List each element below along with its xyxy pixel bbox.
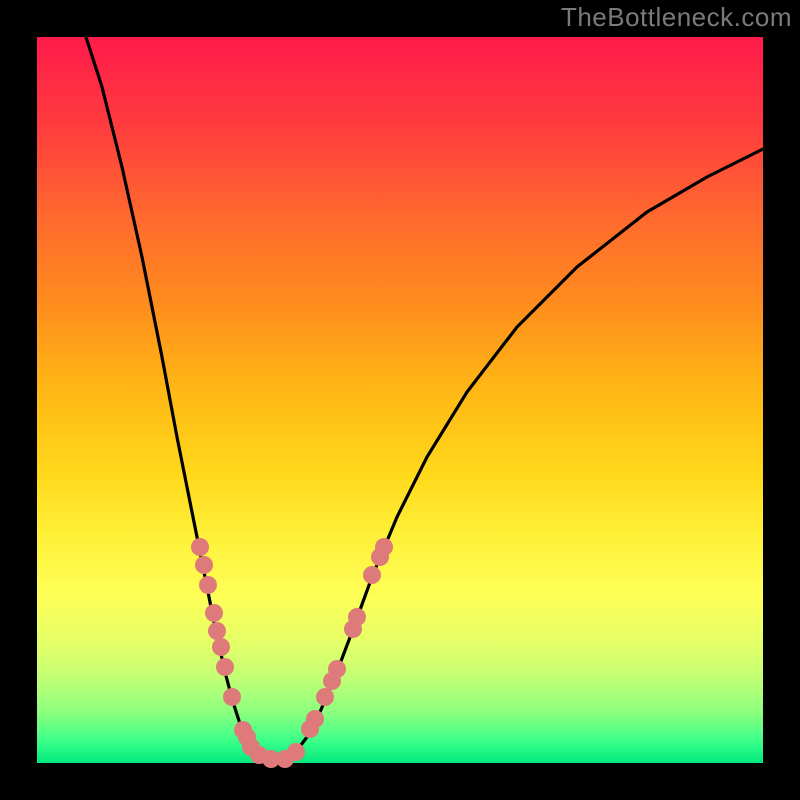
plot-area (37, 37, 763, 763)
data-dot (208, 622, 226, 640)
data-dot (348, 608, 366, 626)
watermark-text: TheBottleneck.com (561, 2, 792, 33)
data-dot (205, 604, 223, 622)
chart-frame: TheBottleneck.com (0, 0, 800, 800)
data-dot (375, 538, 393, 556)
data-dot (306, 710, 324, 728)
data-dot (363, 566, 381, 584)
data-dot (191, 538, 209, 556)
data-dot (195, 556, 213, 574)
data-dot (223, 688, 241, 706)
data-dot (199, 576, 217, 594)
data-dot (212, 638, 230, 656)
data-dot (216, 658, 234, 676)
data-dot (328, 660, 346, 678)
bottleneck-curve (86, 37, 763, 759)
data-dot (287, 743, 305, 761)
data-dots-group (191, 538, 393, 768)
data-dot (316, 688, 334, 706)
bottleneck-curve-layer (37, 37, 763, 763)
